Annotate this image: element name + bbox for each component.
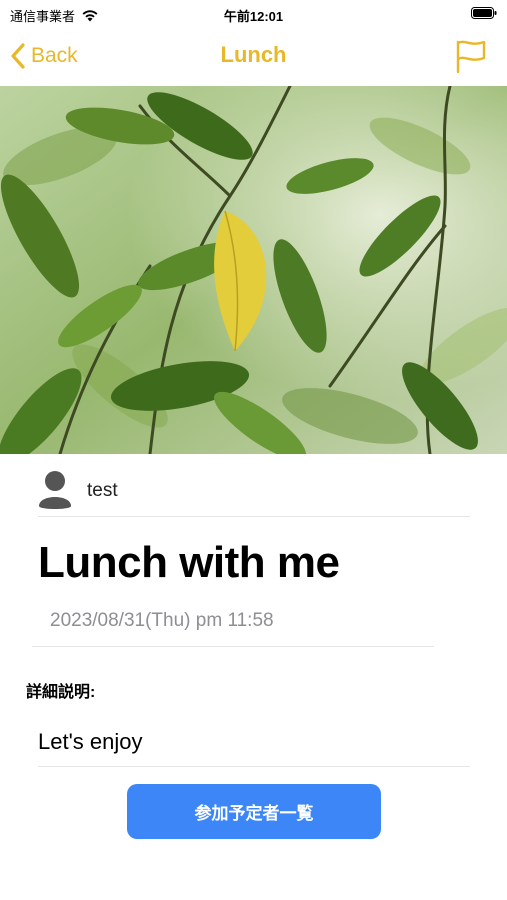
event-date: 2023/08/31(Thu) pm 11:58	[50, 610, 274, 631]
leaf-photo	[0, 86, 507, 454]
author-row: test	[38, 468, 470, 517]
battery-icon	[471, 7, 497, 19]
status-bar: 通信事業者 午前12:01	[0, 0, 507, 28]
details-text: Let's enjoy	[38, 729, 143, 754]
participants-list-button[interactable]: 参加予定者一覧	[127, 784, 381, 839]
status-time: 午前12:01	[223, 9, 284, 24]
divider	[38, 766, 470, 767]
nav-title: Lunch	[220, 42, 287, 67]
author-name: test	[87, 480, 118, 501]
event-photo	[0, 86, 507, 454]
navigation-bar: Back Lunch	[0, 32, 507, 82]
event-title: Lunch with me	[38, 538, 340, 587]
divider	[32, 646, 434, 647]
avatar-icon	[39, 471, 71, 509]
flag-icon[interactable]	[455, 38, 487, 74]
details-label: 詳細説明:	[26, 684, 96, 701]
